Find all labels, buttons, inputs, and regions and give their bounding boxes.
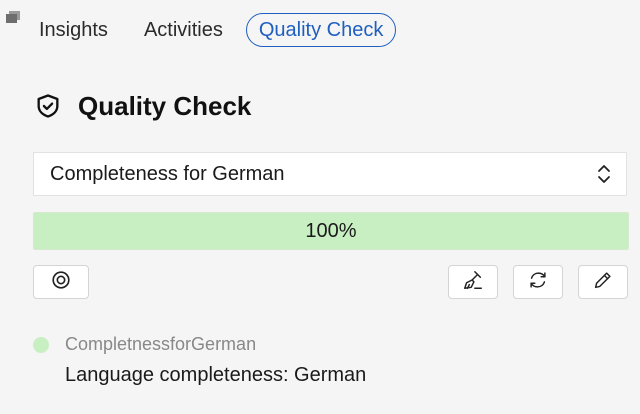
status-dot [33,337,49,353]
target-button[interactable] [33,265,89,299]
tab-bar: Insights Activities Quality Check [26,12,397,48]
target-icon [50,269,72,296]
refresh-icon [527,269,549,296]
result-description: Language completeness: German [65,364,367,386]
progress-label: 100% [305,219,357,242]
pencil-icon [592,269,614,296]
result-id: CompletnessforGerman [65,334,257,354]
shield-check-icon [34,92,62,120]
page-title: Quality Check [78,90,252,121]
progress-bar: 100% [33,212,629,250]
clean-button[interactable] [448,265,498,299]
clean-icon [462,269,484,296]
window-stack-icon [6,10,20,23]
edit-button[interactable] [578,265,628,299]
check-select[interactable]: Completeness for German [33,152,627,196]
chevron-up-down-icon [596,162,612,186]
tab-quality-check[interactable]: Quality Check [245,13,397,47]
check-select-value: Completeness for German [50,162,285,185]
tab-activities[interactable]: Activities [131,13,236,47]
page-heading: Quality Check [34,88,251,124]
tab-insights[interactable]: Insights [26,13,121,47]
refresh-button[interactable] [513,265,563,299]
